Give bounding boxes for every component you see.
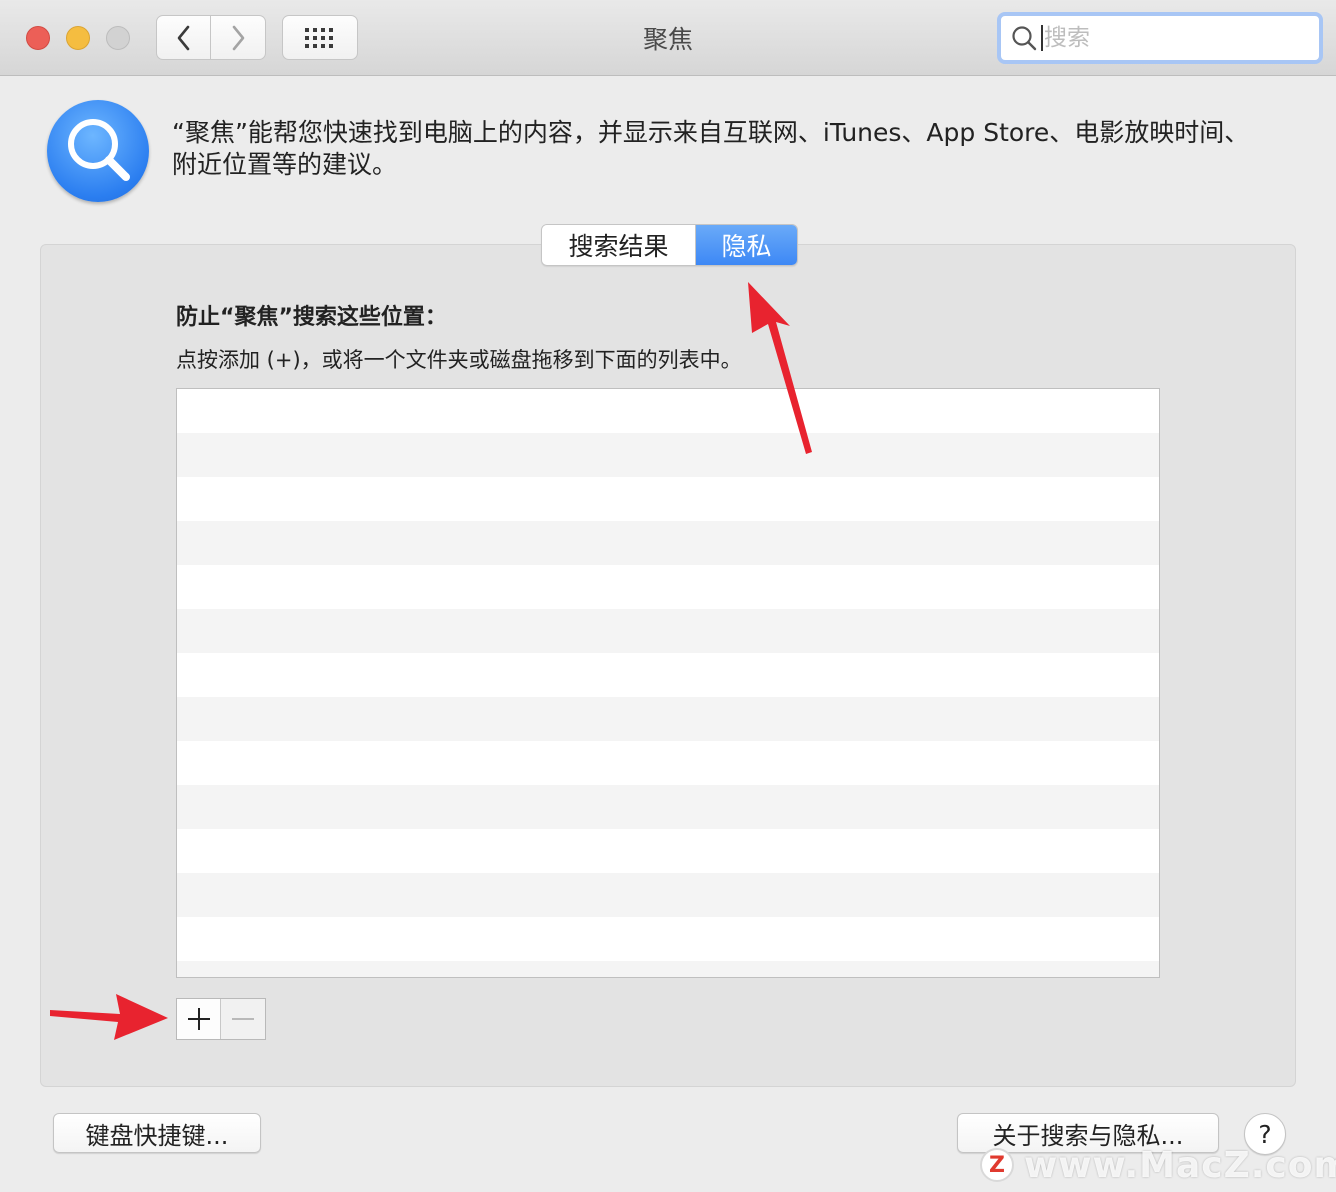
list-row [177, 917, 1159, 961]
list-row [177, 697, 1159, 741]
list-edit-buttons [176, 998, 266, 1040]
add-location-button[interactable] [177, 999, 221, 1039]
list-row [177, 389, 1159, 433]
list-row [177, 609, 1159, 653]
list-row [177, 433, 1159, 477]
list-row [177, 741, 1159, 785]
tab-search-results[interactable]: 搜索结果 [542, 225, 696, 265]
minus-icon [232, 1018, 254, 1020]
plus-icon [187, 1008, 210, 1030]
list-row [177, 521, 1159, 565]
text-caret [1041, 25, 1043, 51]
list-row [177, 653, 1159, 697]
list-row [177, 477, 1159, 521]
pane-description: “聚焦”能帮您快速找到电脑上的内容，并显示来自互联网、iTunes、App St… [172, 118, 1250, 179]
list-row [177, 829, 1159, 873]
excluded-locations-list[interactable] [176, 388, 1160, 978]
list-row [177, 873, 1159, 917]
remove-location-button[interactable] [221, 999, 265, 1039]
tab-selector: 搜索结果 隐私 [541, 224, 798, 266]
list-row [177, 565, 1159, 609]
tab-privacy[interactable]: 隐私 [696, 225, 797, 265]
watermark-logo: Z [980, 1148, 1014, 1182]
privacy-hint: 点按添加 (+)，或将一个文件夹或磁盘拖移到下面的列表中。 [176, 348, 742, 372]
search-input[interactable] [1044, 25, 1304, 51]
search-field[interactable] [997, 12, 1323, 64]
spotlight-magnifier-icon [47, 100, 149, 202]
help-button[interactable]: ? [1244, 1113, 1286, 1155]
list-row [177, 961, 1159, 977]
title-bar: 聚焦 [0, 0, 1336, 76]
about-search-privacy-button[interactable]: 关于搜索与隐私... [957, 1113, 1219, 1153]
privacy-section-title: 防止“聚焦”搜索这些位置： [176, 305, 447, 330]
keyboard-shortcuts-button[interactable]: 键盘快捷键... [53, 1113, 261, 1153]
list-row [177, 785, 1159, 829]
search-icon [1012, 26, 1037, 51]
